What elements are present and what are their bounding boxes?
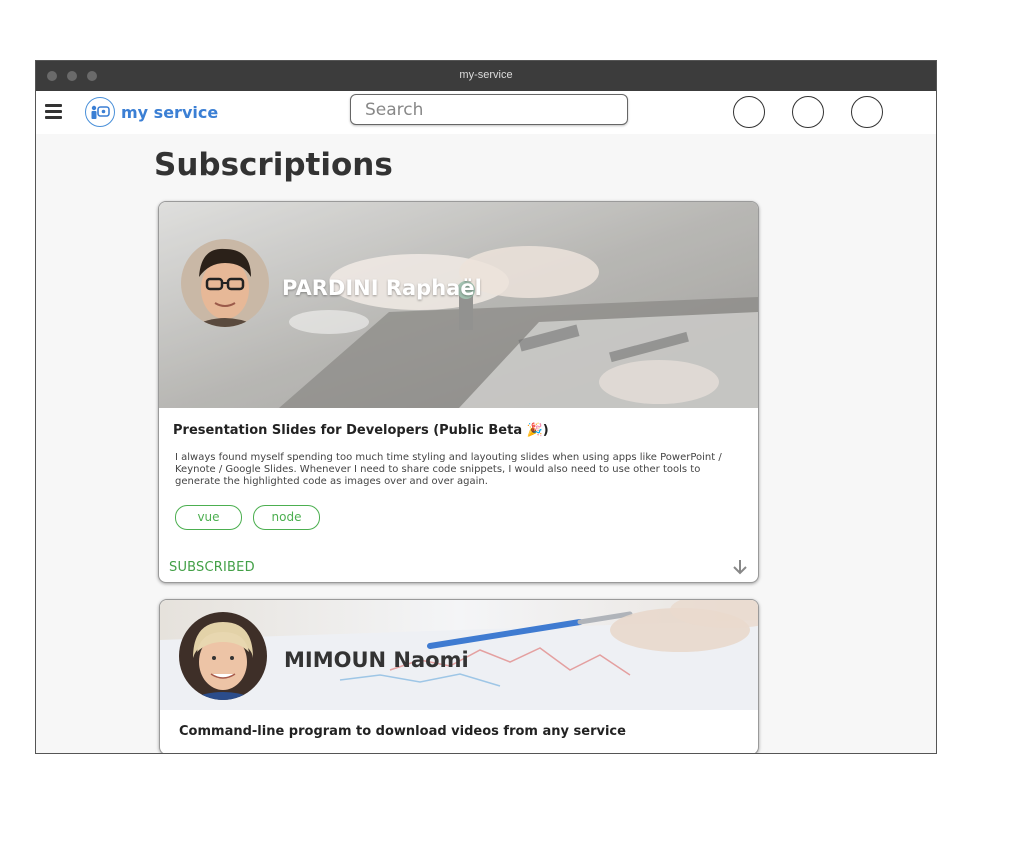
nav-circle-button-1[interactable] [733,96,765,128]
card-title[interactable]: Command-line program to download videos … [179,724,626,739]
author-avatar [181,239,269,327]
page-title: Subscriptions [154,147,393,183]
card-description: I always found myself spending too much … [175,452,722,487]
window-titlebar: my-service [36,61,936,91]
nav-circle-button-3[interactable] [851,96,883,128]
card-title[interactable]: Presentation Slides for Developers (Publ… [173,423,549,438]
top-navbar: my service [36,91,936,134]
window-title: my-service [459,69,513,81]
author-name: MIMOUN Naomi [284,648,469,672]
subscribed-status: SUBSCRIBED [169,560,255,575]
app-window: my-service my service Subscriptions [35,60,937,754]
arrow-down-icon[interactable] [731,558,749,576]
hamburger-menu-icon[interactable] [45,104,62,120]
subscription-card[interactable]: MIMOUN Naomi Command-line program to dow… [159,599,759,753]
author-avatar [179,612,267,700]
subscription-card[interactable]: PARDINI Raphaël Presentation Slides for … [158,201,759,583]
logo-icon [85,97,115,127]
nav-circle-button-2[interactable] [792,96,824,128]
tag-node[interactable]: node [253,505,320,530]
app-logo[interactable]: my service [85,95,218,129]
search-input[interactable] [350,94,628,125]
author-name: PARDINI Raphaël [282,276,482,300]
tag-vue[interactable]: vue [175,505,242,530]
logo-text: my service [121,102,219,122]
